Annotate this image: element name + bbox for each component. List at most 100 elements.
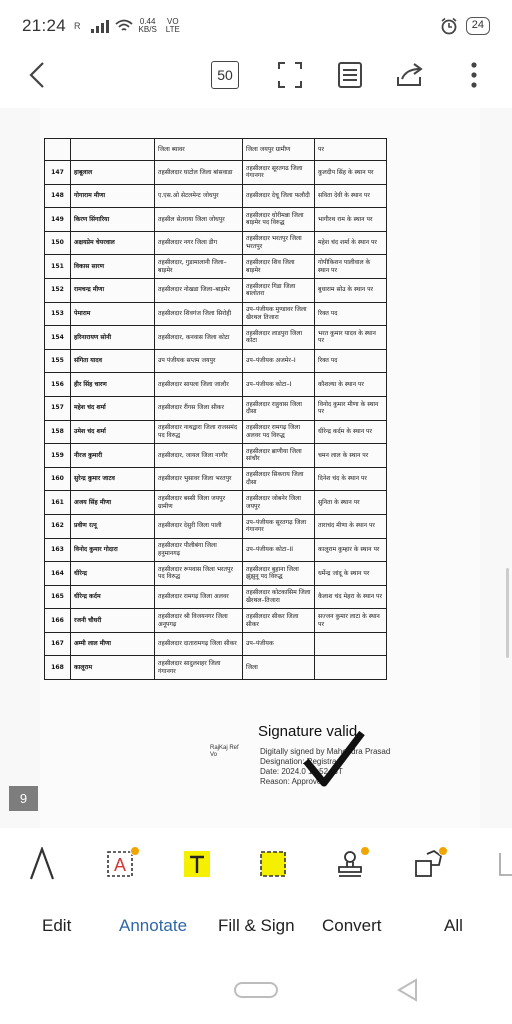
table-cell-post xyxy=(314,655,387,681)
status-right: 24 xyxy=(440,17,490,35)
roaming-indicator: R xyxy=(74,21,81,31)
table-row: 161 अजय सिंह मीणा तहसीलदार बस्सी जिला जयपु… xyxy=(44,490,387,515)
header-cell-name xyxy=(70,138,155,161)
tab-convert[interactable]: Convert xyxy=(322,916,382,936)
header-cell-num xyxy=(44,138,71,161)
tab-edit[interactable]: Edit xyxy=(42,916,71,936)
alarm-icon xyxy=(441,17,457,35)
table-cell-num: 166 xyxy=(44,608,71,633)
reading-mode-button[interactable] xyxy=(335,60,365,90)
table-cell-num: 164 xyxy=(44,561,71,586)
table-cell-num: 156 xyxy=(44,372,71,397)
area-highlight-icon xyxy=(260,851,286,877)
table-cell-to: उप–पंजीयक कोटा–II xyxy=(242,537,315,563)
chevron-left-icon xyxy=(29,62,44,88)
signature-ref-line2: Vo xyxy=(210,752,218,758)
table-cell-num: 160 xyxy=(44,466,71,492)
table-cell-post: कुलदीप सिंह के स्थान पर xyxy=(314,160,387,185)
tab-annotate[interactable]: Annotate xyxy=(119,916,187,936)
stamp-tool[interactable] xyxy=(330,844,370,884)
share-button[interactable] xyxy=(395,60,427,90)
table-cell-from: तहसीलदार रींगस जिला सीकर xyxy=(154,395,243,421)
table-cell-to: तहसीलदार सीकर जिला सीकर xyxy=(242,608,315,633)
table-cell-from: तहसीलदार दातारामगढ़ जिला सीकर xyxy=(154,631,243,657)
shapes-tool[interactable] xyxy=(408,844,448,884)
table-cell-to: उप–पंजीयक सूरतगढ़ जिला गंगानगर xyxy=(242,513,315,539)
table-cell-to: तहसीलदार कोटकासिम जिला खैरथल–तिजारा xyxy=(242,584,315,610)
tab-all[interactable]: All xyxy=(444,916,463,936)
net-speed-unit: KB/S xyxy=(138,25,157,34)
table-cell-to: तहसीलदार राहुवास जिला दौसा xyxy=(242,395,315,421)
fit-screen-button[interactable] xyxy=(275,60,305,90)
table-cell-post: भागीरथ राम के स्थान पर xyxy=(314,207,387,232)
reading-mode-icon xyxy=(338,62,362,88)
table-cell-from: तहसील सेतराया जिला जोधपुर xyxy=(154,207,243,232)
premium-badge-icon xyxy=(438,846,448,856)
share-icon xyxy=(397,63,423,86)
table-cell-to: तहसीलदार सूरतगढ जिला गंगानगर xyxy=(242,160,315,185)
table-cell-num: 157 xyxy=(44,395,71,421)
table-row: 158 उमेश चंद शर्मा तहसीलदार नाथद्वारा जिला… xyxy=(44,419,387,445)
net-speed: 0.44 KB/S xyxy=(139,18,157,34)
page-count-button[interactable]: 50 xyxy=(211,61,239,89)
table-cell-from: तहसीलदार सादुलशहर जिला गंगानगर xyxy=(154,655,243,681)
table-cell-to: तहसीलदार भरतपुर जिला भरतपुर xyxy=(242,230,315,256)
table-cell-to: उप–पंजीयक मुण्डावर जिला खैरथल तिजारा xyxy=(242,301,315,327)
signal-icon xyxy=(90,19,109,33)
header-cell-to: जिला जयपुर ग्रामीण xyxy=(242,138,315,161)
table-cell-post: चमन लाल के स्थान पर xyxy=(314,443,387,468)
tab-fill-sign[interactable]: Fill & Sign xyxy=(218,916,295,936)
table-row: 162 प्रवीण रत्नू तहसीलदार देसुरी जिला पाली… xyxy=(44,513,387,539)
back-button[interactable] xyxy=(22,60,52,90)
table-cell-name: प्रवीण रत्नू xyxy=(70,513,155,539)
more-tools-tool[interactable] xyxy=(490,844,512,884)
table-cell-name: महेश चंद शर्मा xyxy=(70,395,155,421)
table-cell-to: तहसीलदार धोरीमन्ना जिला बाड़मेर पद विरुद… xyxy=(242,207,315,232)
table-cell-to: तहसीलदार देचू जिला फलौदी xyxy=(242,183,315,209)
more-tools-icon xyxy=(499,853,512,876)
signature-ref-line1: RajKaj Ref xyxy=(210,745,239,751)
highlight-tool[interactable] xyxy=(177,844,217,884)
document-viewport[interactable]: जिला ब्यावर जिला जयपुर ग्रामीण पर 147 हाब… xyxy=(0,108,512,828)
table-cell-name: अम्मी लाल मीणा xyxy=(70,631,155,657)
table-cell-to: तहसीलदार गिडा जिला बालोतरा xyxy=(242,277,315,303)
table-cell-num: 167 xyxy=(44,631,71,657)
status-bar: 21:24 R 0.44 KB/S VO LTE 24 xyxy=(0,0,512,52)
table-cell-to: तहसीलदार सिकराय जिला दौसा xyxy=(242,466,315,492)
scrollbar-thumb[interactable] xyxy=(506,568,509,658)
digital-signature[interactable]: RajKaj Ref Vo Signature valid Digitally … xyxy=(210,723,450,803)
top-toolbar: 50 xyxy=(0,52,512,98)
more-options-button[interactable] xyxy=(462,60,486,90)
table-cell-post: महेश चंद शर्मा के स्थान पर xyxy=(314,230,387,256)
table-cell-name: हीर सिंह चारण xyxy=(70,372,155,397)
table-row: 160 सुरेन्द्र कुमार जाटव तहसीलदार भुसावर ज… xyxy=(44,466,387,492)
table-cell-from: तहसीलदार पीलीबंगा जिला हनुमानगढ़ xyxy=(154,537,243,563)
table-cell-num: 154 xyxy=(44,325,71,350)
nav-back-icon[interactable] xyxy=(396,978,418,1002)
text-box-tool[interactable]: A xyxy=(100,844,140,884)
transfer-table: जिला ब्यावर जिला जयपुर ग्रामीण पर 147 हाब… xyxy=(44,138,387,681)
table-row: 151 विकास सारण तहसीलदार, गुडामालानी जिला–ब… xyxy=(44,254,387,279)
table-cell-num: 155 xyxy=(44,348,71,374)
table-header-row: जिला ब्यावर जिला जयपुर ग्रामीण पर xyxy=(44,138,387,161)
premium-badge-icon xyxy=(360,846,370,856)
table-cell-to: तहसीलदार शिव जिला बाड़मेर xyxy=(242,254,315,279)
table-cell-name: सुरेन्द्र कुमार जाटव xyxy=(70,466,155,492)
pen-tool[interactable] xyxy=(22,844,62,884)
table-cell-name: हरिनारायण सोनी xyxy=(70,325,155,350)
table-cell-to: उप–पंजीयक xyxy=(242,631,315,657)
table-cell-from: तहसीलदार घाटोल जिला बांसवाडा xyxy=(154,160,243,185)
table-cell-num: 151 xyxy=(44,254,71,279)
home-button[interactable] xyxy=(234,982,278,998)
status-time: 21:24 xyxy=(22,16,67,35)
table-row: 154 हरिनारायण सोनी तहसीलदार, कनवास जिला को… xyxy=(44,325,387,350)
table-cell-post: धीरेन्द्र कर्दम के स्थान पर xyxy=(314,419,387,445)
table-cell-post: सविता देवी के स्थान पर xyxy=(314,183,387,209)
area-highlight-tool[interactable] xyxy=(253,844,293,884)
table-cell-post: कालूराम कुम्हार के स्थान पर xyxy=(314,537,387,563)
table-cell-num: 148 xyxy=(44,183,71,209)
table-cell-from: तहसीलदार नाथद्वारा जिला राजसमंद पद विरुद… xyxy=(154,419,243,445)
table-cell-from: तहसीलदार सायला जिला जालौर xyxy=(154,372,243,397)
table-cell-from: तहसीलदार नोखडा जिला–बाड़मेर xyxy=(154,277,243,303)
table-cell-num: 147 xyxy=(44,160,71,185)
